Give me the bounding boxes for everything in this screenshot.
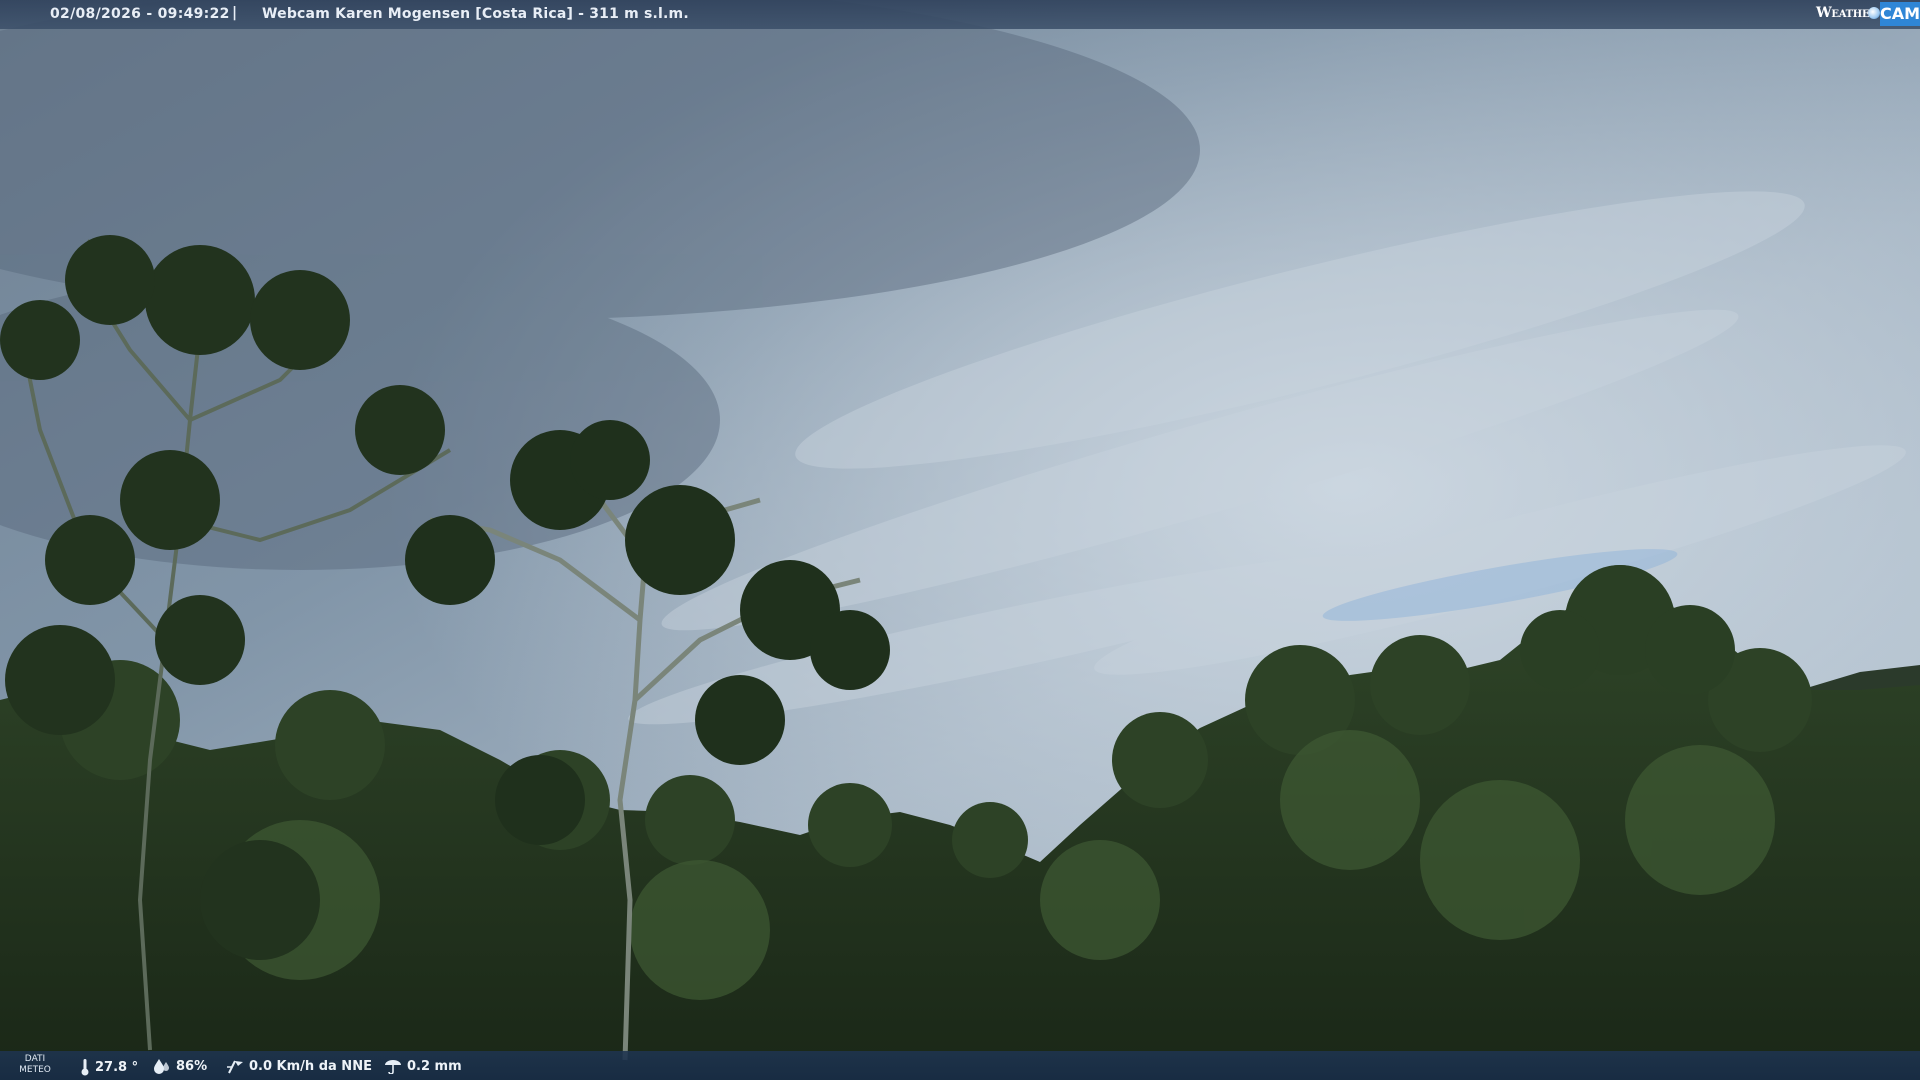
thermometer-icon [81, 1059, 89, 1076]
weather-data-bar: DATI METEO 27.8 ° 86% 0.0 Km/h da NNE 0.… [0, 1051, 1920, 1080]
humidity-icon [154, 1059, 169, 1074]
weathercam-logo: Weather CAM [1816, 0, 1920, 29]
logo-cam-text: CAM [1880, 2, 1920, 26]
webcam-title: Webcam Karen Mogensen [Costa Rica] - 311… [262, 6, 689, 22]
temperature-reading: 27.8 ° [80, 1058, 138, 1076]
timestamp: 02/08/2026 - 09:49:22 [50, 6, 230, 22]
rain-reading: 0.2 mm [384, 1058, 462, 1074]
weather-panel-label: DATI METEO [19, 1054, 51, 1075]
webcam-image [0, 0, 1920, 1080]
separator: | [232, 5, 238, 21]
logo-sun-icon [1868, 7, 1880, 19]
top-info-bar: 02/08/2026 - 09:49:22 | Webcam Karen Mog… [0, 0, 1920, 29]
rain-value: 0.2 mm [407, 1058, 462, 1074]
humidity-value: 86% [176, 1058, 208, 1074]
temperature-value: 27.8 ° [95, 1059, 139, 1075]
wind-value: 0.0 Km/h da NNE [249, 1058, 372, 1074]
wind-icon [227, 1060, 243, 1074]
humidity-reading: 86% [153, 1058, 207, 1074]
rain-gauge-icon [385, 1060, 401, 1074]
wind-reading: 0.0 Km/h da NNE [226, 1058, 372, 1074]
